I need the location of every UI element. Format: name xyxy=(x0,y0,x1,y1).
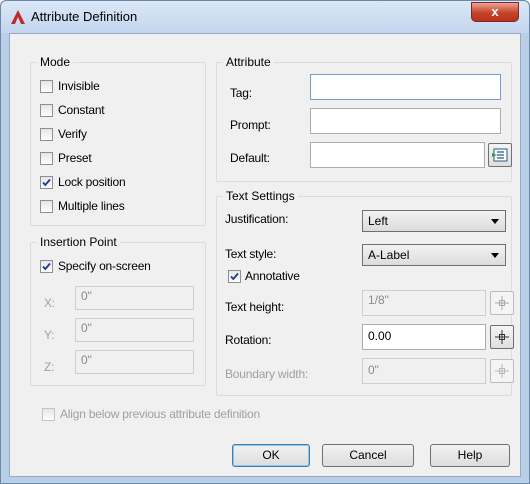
mode-group-label: Mode xyxy=(37,55,74,69)
insert-field-icon xyxy=(492,148,508,162)
lock-position-label: Lock position xyxy=(58,175,126,189)
multiple-lines-label: Multiple lines xyxy=(58,199,125,213)
help-button[interactable]: Help xyxy=(430,444,510,467)
justification-value: Left xyxy=(368,214,389,228)
chevron-down-icon xyxy=(491,253,499,258)
verify-label: Verify xyxy=(58,127,87,141)
boundary-width-label: Boundary width: xyxy=(225,367,309,381)
specify-on-screen-label: Specify on-screen xyxy=(58,259,151,273)
chevron-down-icon xyxy=(491,219,499,224)
default-label: Default: xyxy=(230,151,270,165)
checkmark-icon xyxy=(42,262,51,271)
align-below-label: Align below previous attribute definitio… xyxy=(60,407,260,421)
boundary-width-field[interactable]: 0" xyxy=(362,358,486,384)
text-settings-group-label: Text Settings xyxy=(223,189,298,203)
checkmark-icon xyxy=(42,178,51,187)
constant-checkbox[interactable] xyxy=(40,104,53,117)
default-field[interactable] xyxy=(310,142,485,168)
rotation-field[interactable]: 0.00 xyxy=(362,324,486,350)
attribute-group-label: Attribute xyxy=(223,55,274,69)
x-label: X: xyxy=(44,296,55,310)
tag-label: Tag: xyxy=(230,86,252,100)
insertion-point-group-label: Insertion Point xyxy=(37,235,120,249)
prompt-field[interactable] xyxy=(310,108,501,134)
checkmark-icon xyxy=(230,272,239,281)
lock-position-checkbox[interactable] xyxy=(40,176,53,189)
crosshair-icon xyxy=(495,330,509,344)
text-style-value: A-Label xyxy=(368,248,410,262)
title-bar[interactable]: Attribute Definition x xyxy=(1,1,529,33)
cancel-button[interactable]: Cancel xyxy=(322,444,414,467)
rotation-pick-button[interactable] xyxy=(490,325,514,349)
annotative-label: Annotative xyxy=(245,269,300,283)
z-field[interactable]: 0" xyxy=(75,350,194,374)
invisible-label: Invisible xyxy=(58,79,100,93)
y-label: Y: xyxy=(44,328,55,342)
align-below-checkbox[interactable] xyxy=(42,408,55,421)
verify-checkbox[interactable] xyxy=(40,128,53,141)
x-field[interactable]: 0" xyxy=(75,286,194,310)
rotation-label: Rotation: xyxy=(225,333,272,347)
crosshair-icon xyxy=(495,364,509,378)
preset-checkbox[interactable] xyxy=(40,152,53,165)
multiple-lines-checkbox[interactable] xyxy=(40,200,53,213)
y-field[interactable]: 0" xyxy=(75,318,194,342)
justification-dropdown[interactable]: Left xyxy=(362,210,506,232)
crosshair-icon xyxy=(495,296,509,310)
ok-button[interactable]: OK xyxy=(232,444,310,467)
invisible-checkbox[interactable] xyxy=(40,80,53,93)
text-height-field[interactable]: 1/8" xyxy=(362,290,486,316)
text-height-pick-button[interactable] xyxy=(490,291,514,315)
window-title: Attribute Definition xyxy=(31,9,138,24)
dialog-body: Mode Invisible Constant Verify Preset Lo… xyxy=(9,33,521,477)
annotative-checkbox[interactable] xyxy=(228,270,241,283)
close-button[interactable]: x xyxy=(471,2,519,22)
constant-label: Constant xyxy=(58,103,105,117)
tag-field[interactable] xyxy=(310,74,501,100)
z-label: Z: xyxy=(44,360,55,374)
insert-field-button[interactable] xyxy=(488,143,512,167)
justification-label: Justification: xyxy=(225,212,289,226)
text-style-dropdown[interactable]: A-Label xyxy=(362,244,506,266)
prompt-label: Prompt: xyxy=(230,118,271,132)
specify-on-screen-checkbox[interactable] xyxy=(40,260,53,273)
text-height-label: Text height: xyxy=(225,300,284,314)
attribute-definition-dialog: Attribute Definition x Mode Invisible Co… xyxy=(0,0,530,484)
text-style-label: Text style: xyxy=(225,247,277,261)
boundary-width-pick-button[interactable] xyxy=(490,359,514,383)
autocad-logo-icon xyxy=(11,10,25,24)
preset-label: Preset xyxy=(58,151,92,165)
